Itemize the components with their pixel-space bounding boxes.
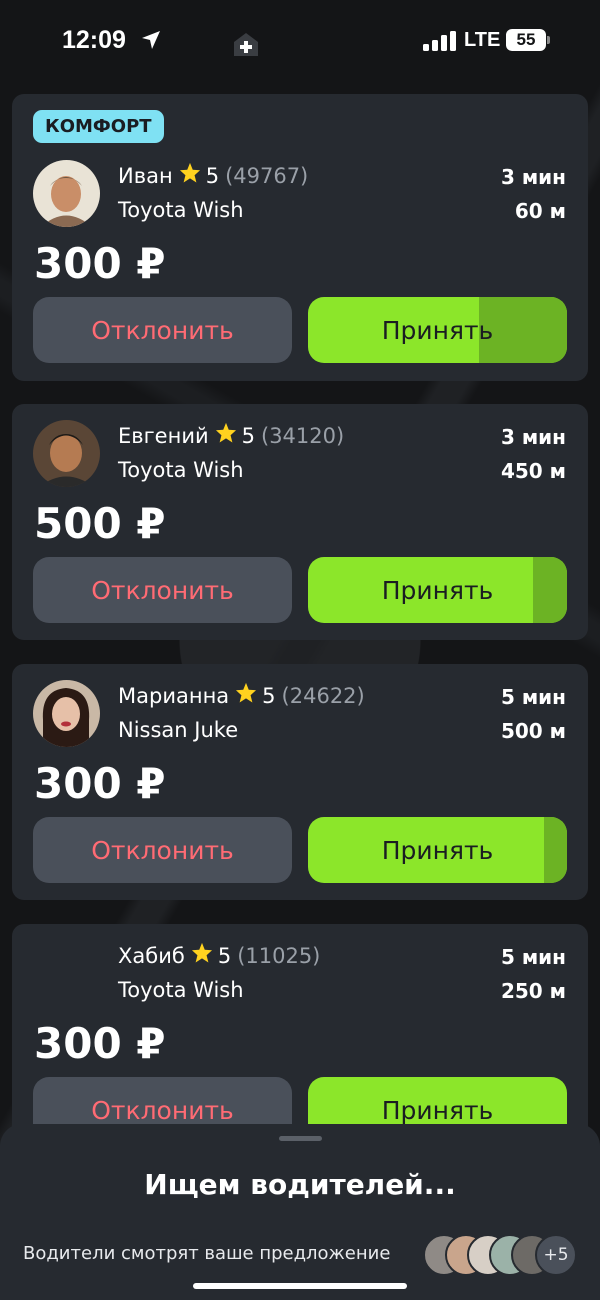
- car-model: Toyota Wish: [118, 458, 244, 482]
- accept-button[interactable]: Принять: [308, 817, 567, 883]
- decline-label: Отклонить: [91, 575, 234, 605]
- offer-card: Марианна 5 (24622) Nissan Juke 5 мин 500…: [12, 664, 588, 900]
- car-model: Nissan Juke: [118, 718, 239, 742]
- accept-timer-fill: [533, 557, 567, 623]
- driver-name: Иван: [118, 164, 173, 188]
- network-type: LTE: [464, 29, 501, 51]
- search-bottom-sheet[interactable]: Ищем водителей... Водители смотрят ваше …: [0, 1124, 600, 1300]
- accept-label: Принять: [381, 1095, 494, 1125]
- price: 500 ₽: [34, 499, 166, 548]
- decline-button[interactable]: Отклонить: [33, 557, 292, 623]
- viewer-avatars[interactable]: +5: [423, 1234, 583, 1278]
- sheet-grabber-handle[interactable]: [279, 1136, 322, 1141]
- sheet-subtitle: Водители смотрят ваше предложение: [23, 1243, 391, 1264]
- price: 300 ₽: [34, 759, 166, 808]
- viewer-more-count: +5: [535, 1234, 577, 1276]
- distance: 60 м: [514, 199, 566, 223]
- star-icon: [215, 422, 236, 443]
- accept-label: Принять: [381, 835, 494, 865]
- driver-info: Хабиб 5 (11025): [118, 942, 320, 968]
- rating-count: (49767): [225, 164, 309, 188]
- decline-label: Отклонить: [91, 835, 234, 865]
- driver-rating: 5: [205, 164, 220, 188]
- driver-rating: 5: [241, 424, 255, 448]
- driver-info: Марианна 5 (24622): [118, 682, 365, 708]
- offer-card: КОМФОРТ Иван 5 (49767) Toyota Wish 3 мин…: [12, 94, 588, 381]
- driver-info: Иван 5 (49767): [118, 162, 308, 188]
- distance: 500 м: [500, 719, 566, 743]
- battery-tip: [547, 36, 550, 44]
- driver-name: Хабиб: [118, 944, 185, 968]
- home-indicator: [193, 1283, 407, 1289]
- driver-name: Евгений: [118, 424, 209, 448]
- rating-count: (24622): [281, 684, 365, 708]
- status-bar: 12:09 LTE 55: [0, 0, 600, 80]
- eta: 5 мин: [500, 945, 566, 969]
- driver-avatar[interactable]: [33, 420, 100, 487]
- driver-rating: 5: [217, 944, 232, 968]
- distance: 450 м: [500, 459, 566, 483]
- decline-button[interactable]: Отклонить: [33, 297, 292, 363]
- driver-info: Евгений 5 (34120): [118, 422, 344, 448]
- status-time: 12:09: [62, 26, 126, 54]
- star-icon: [191, 942, 212, 963]
- accept-label: Принять: [381, 315, 494, 345]
- sheet-title: Ищем водителей...: [144, 1168, 456, 1201]
- driver-rating: 5: [262, 684, 276, 708]
- star-icon: [236, 682, 257, 703]
- rating-count: (11025): [237, 944, 321, 968]
- star-icon: [179, 162, 200, 183]
- decline-label: Отклонить: [91, 1095, 234, 1125]
- eta: 3 мин: [500, 165, 566, 189]
- driver-name: Марианна: [118, 684, 230, 708]
- accept-button[interactable]: Принять: [308, 557, 567, 623]
- price: 300 ₽: [34, 1019, 166, 1068]
- eta: 5 мин: [500, 685, 566, 709]
- accept-button[interactable]: Принять: [308, 297, 567, 363]
- offer-card: Евгений 5 (34120) Toyota Wish 3 мин 450 …: [12, 404, 588, 640]
- battery-icon: 55: [506, 29, 546, 51]
- price: 300 ₽: [34, 239, 166, 288]
- car-model: Toyota Wish: [118, 198, 244, 222]
- driver-avatar[interactable]: [33, 680, 100, 747]
- eta: 3 мин: [500, 425, 566, 449]
- location-arrow-icon: [142, 31, 160, 49]
- ride-class-badge: КОМФОРТ: [33, 110, 164, 143]
- accept-label: Принять: [381, 575, 494, 605]
- car-model: Toyota Wish: [118, 978, 244, 1002]
- accept-timer-fill: [544, 817, 567, 883]
- rating-count: (34120): [261, 424, 345, 448]
- driver-avatar[interactable]: [33, 160, 100, 227]
- decline-button[interactable]: Отклонить: [33, 817, 292, 883]
- medical-cross-icon: [234, 33, 258, 56]
- decline-label: Отклонить: [91, 315, 234, 345]
- distance: 250 м: [500, 979, 566, 1003]
- signal-bars-icon: [423, 31, 456, 51]
